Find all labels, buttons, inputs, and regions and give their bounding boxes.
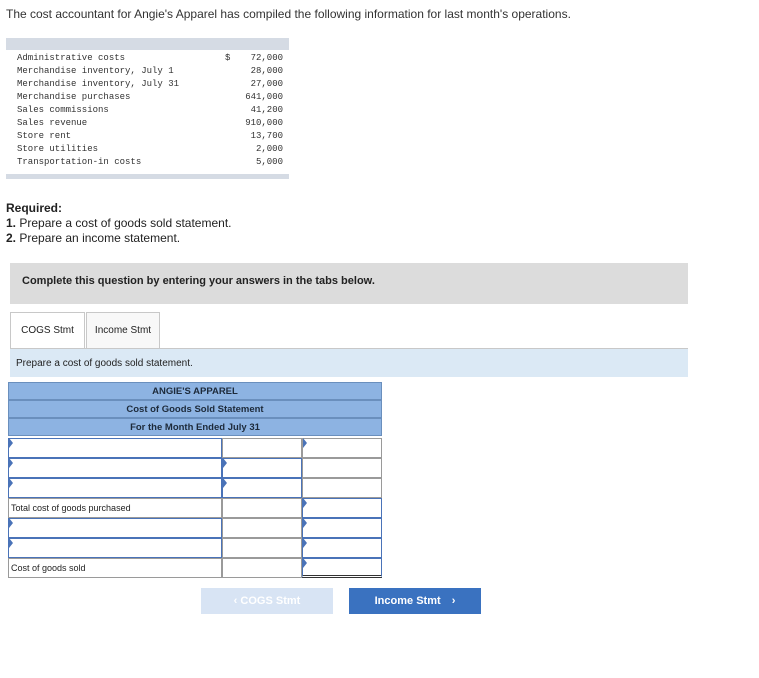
dropdown-marker-icon [223,458,227,468]
label-input[interactable] [8,438,222,458]
amount-input[interactable] [222,478,302,498]
total-purchased-label: Total cost of goods purchased [11,503,131,513]
info-row-amount: 13,700 [250,131,283,141]
required-item-number: 1. [6,216,17,230]
total-purchased-input[interactable] [302,498,382,518]
statement-period: For the Month Ended July 31 [8,418,382,436]
intro-text: The cost accountant for Angie's Apparel … [6,7,571,21]
required-item-number: 2. [6,231,17,245]
info-row-amount: 910,000 [245,118,283,128]
info-row-amount: 72,000 [250,53,283,63]
next-tab-button-label: Income Stmt [374,595,441,607]
dropdown-marker-icon [9,518,13,528]
tab-instruction: Prepare a cost of goods sold statement. [10,349,688,377]
info-row: Administrative costs $72,000 [17,52,283,65]
dropdown-marker-icon [9,538,13,548]
info-row-label: Merchandise purchases [17,92,131,102]
info-row-label: Merchandise inventory, July 1 [17,66,174,76]
total-cell [302,458,382,478]
label-input[interactable] [8,458,222,478]
info-row-amount: 641,000 [245,92,283,102]
info-row-label: Sales revenue [17,118,88,128]
amount-cell [222,498,302,518]
total-input[interactable] [302,538,382,558]
info-row: Store rent 13,700 [17,130,283,143]
dropdown-marker-icon [9,478,13,488]
currency-symbol: $ [225,53,231,63]
instructions-banner: Complete this question by entering your … [10,263,688,304]
info-table-bottom-bar [6,174,289,179]
dropdown-marker-icon [303,438,307,448]
dropdown-marker-icon [303,538,307,548]
info-row: Transportation-in costs 5,000 [17,156,283,169]
info-row: Sales commissions 41,200 [17,104,283,117]
statement-company: ANGIE'S APPAREL [8,382,382,400]
info-row: Store utilities 2,000 [17,143,283,156]
required-section: Required: 1. Prepare a cost of goods sol… [6,201,231,246]
dropdown-marker-icon [9,438,13,448]
statement-title: Cost of Goods Sold Statement [8,400,382,418]
required-heading: Required: [6,201,63,215]
dropdown-marker-icon [303,518,307,528]
cogs-label: Cost of goods sold [11,563,86,573]
prev-tab-button[interactable]: ‹ COGS Stmt [201,588,333,614]
total-cell [302,478,382,498]
amount-input[interactable] [222,458,302,478]
prev-tab-button-label: COGS Stmt [240,595,301,607]
total-input[interactable] [302,518,382,538]
info-row-amount: 27,000 [250,79,283,89]
cogs-total-input[interactable] [302,558,382,578]
dropdown-marker-icon [9,458,13,468]
info-row: Sales revenue 910,000 [17,117,283,130]
info-row: Merchandise inventory, July 31 27,000 [17,78,283,91]
chevron-right-icon: › [451,595,456,607]
amount-cell [222,518,302,538]
info-row-label: Sales commissions [17,105,109,115]
label-input[interactable] [8,478,222,498]
amount-cell [222,558,302,578]
info-row-label: Merchandise inventory, July 31 [17,79,180,89]
chevron-left-icon: ‹ [233,595,238,607]
banner-text: Complete this question by entering your … [22,275,375,287]
total-purchased-label-cell: Total cost of goods purchased [8,498,222,518]
dropdown-marker-icon [303,498,307,508]
info-table-top-bar [6,38,289,50]
tab-instruction-text: Prepare a cost of goods sold statement. [16,358,193,369]
amount-cell [222,438,302,458]
info-row-amount: 5,000 [255,157,283,167]
label-input[interactable] [8,538,222,558]
info-row-amount: 2,000 [255,144,283,154]
info-row-label: Store utilities [17,144,99,154]
info-row-amount: 28,000 [250,66,283,76]
info-row-label: Transportation-in costs [17,157,142,167]
dropdown-marker-icon [223,478,227,488]
required-item-text: Prepare a cost of goods sold statement. [19,216,232,230]
cogs-label-cell: Cost of goods sold [8,558,222,578]
tab-cogs-stmt[interactable]: COGS Stmt [10,312,85,349]
required-item-2: 2. Prepare an income statement. [6,231,231,246]
next-tab-button[interactable]: Income Stmt › [349,588,481,614]
info-row-label: Administrative costs [17,53,126,63]
info-row: Merchandise inventory, July 1 28,000 [17,65,283,78]
dropdown-marker-icon [303,558,307,568]
info-row-amount: 41,200 [250,105,283,115]
info-row-label: Store rent [17,131,72,141]
tab-income-stmt[interactable]: Income Stmt [86,312,160,349]
amount-cell [222,538,302,558]
total-input[interactable] [302,438,382,458]
required-item-1: 1. Prepare a cost of goods sold statemen… [6,216,231,231]
label-input[interactable] [8,518,222,538]
required-item-text: Prepare an income statement. [19,231,181,245]
info-row: Merchandise purchases 641,000 [17,91,283,104]
